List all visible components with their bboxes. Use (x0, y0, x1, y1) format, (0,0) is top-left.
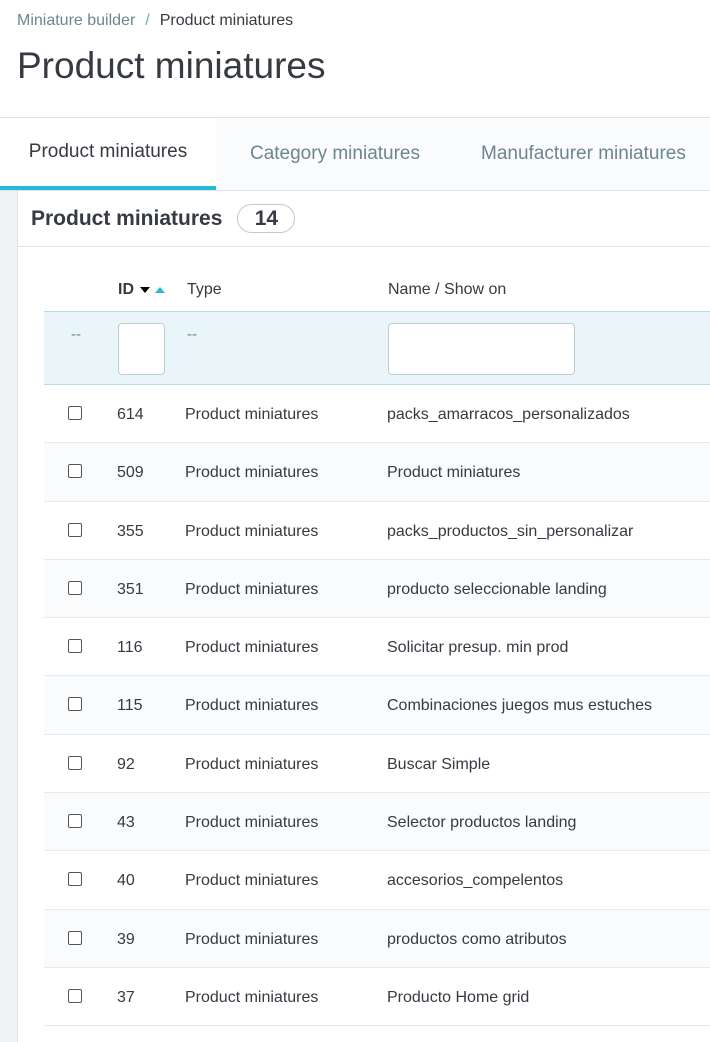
breadcrumb-separator (145, 12, 149, 30)
row-name: Selector productos landing (387, 814, 577, 832)
count-badge: 14 (237, 204, 296, 233)
row-name: Combinaciones juegos mus estuches (387, 697, 653, 715)
page-title: Product miniatures (17, 45, 326, 86)
table-row[interactable]: 92 Product miniatures Buscar Simple (44, 735, 710, 794)
breadcrumb-parent-link[interactable]: Miniature builder (17, 12, 135, 30)
row-checkbox[interactable] (68, 930, 82, 945)
row-checkbox[interactable] (68, 872, 82, 887)
row-id: 115 (117, 697, 143, 715)
row-checkbox[interactable] (68, 406, 82, 420)
row-checkbox[interactable] (68, 755, 82, 770)
row-type: Product miniatures (185, 580, 319, 598)
tab-manufacturer-miniatures[interactable]: Manufacturer miniatures (454, 118, 686, 190)
column-header-type: Type (187, 281, 222, 298)
row-checkbox[interactable] (68, 988, 82, 1003)
row-type: Product miniatures (185, 872, 319, 890)
row-type: Product miniatures (185, 639, 319, 657)
row-checkbox[interactable] (68, 580, 82, 595)
miniatures-card: Product miniatures 14 ID Type Name / Sho… (17, 191, 710, 1042)
page-header: Miniature builder Product miniatures Pro… (0, 0, 710, 118)
row-id: 509 (117, 464, 144, 482)
row-id: 351 (117, 580, 144, 598)
filter-row: -- -- (44, 311, 710, 385)
sort-desc-icon[interactable] (140, 287, 150, 293)
row-id: 614 (117, 406, 144, 423)
column-header-name: Name / Show on (388, 281, 507, 298)
table-row[interactable]: 355 Product miniatures packs_productos_s… (44, 502, 710, 560)
card-title: Product miniatures (31, 206, 223, 230)
row-name: accesorios_compelentos (387, 872, 564, 890)
row-type: Product miniatures (185, 464, 319, 482)
row-id: 37 (117, 988, 135, 1006)
column-header-id-label: ID (118, 281, 134, 298)
table-row[interactable]: 509 Product miniatures Product miniature… (44, 443, 710, 502)
row-checkbox[interactable] (68, 697, 82, 712)
table-row[interactable]: 116 Product miniatures Solicitar presup.… (44, 618, 710, 677)
table-row[interactable]: 614 Product miniatures packs_amarracos_p… (44, 385, 710, 444)
row-type: Product miniatures (185, 814, 319, 832)
row-checkbox[interactable] (68, 639, 82, 654)
table-row[interactable]: 39 Product miniatures productos como atr… (44, 909, 710, 968)
bulk-select-placeholder: -- (71, 326, 81, 343)
table-row[interactable]: 37 Product miniatures Producto Home grid (44, 968, 710, 1027)
card-header: Product miniatures 14 (18, 191, 710, 247)
table-row[interactable]: 43 Product miniatures Selector productos… (44, 793, 710, 852)
row-id: 43 (117, 814, 135, 832)
table-row[interactable]: 40 Product miniatures accesorios_compele… (44, 851, 710, 910)
row-id: 355 (117, 522, 144, 540)
row-name: Product miniatures (387, 464, 521, 482)
row-name: Buscar Simple (387, 755, 491, 773)
breadcrumb-current: Product miniatures (159, 12, 294, 29)
row-type: Product miniatures (185, 522, 319, 540)
miniatures-table: ID Type Name / Show on -- -- 614 Product… (44, 265, 710, 1027)
row-checkbox[interactable] (68, 522, 82, 537)
row-type: Product miniatures (185, 755, 319, 773)
row-id: 39 (117, 930, 135, 948)
tab-product-miniatures[interactable]: Product miniatures (0, 118, 216, 190)
row-name: productos como atributos (387, 930, 567, 948)
tab-bar: Product miniatures Category miniatures M… (0, 118, 710, 191)
row-type: Product miniatures (185, 697, 319, 715)
row-checkbox[interactable] (68, 814, 82, 829)
table-row[interactable]: 351 Product miniatures producto seleccio… (44, 559, 710, 619)
row-id: 92 (117, 755, 135, 773)
breadcrumb: Miniature builder Product miniatures (17, 12, 293, 30)
row-name: Producto Home grid (387, 988, 530, 1006)
row-name: packs_amarracos_personalizados (387, 406, 630, 423)
table-row[interactable]: 115 Product miniatures Combinaciones jue… (44, 676, 710, 735)
tab-category-miniatures[interactable]: Category miniatures (216, 118, 454, 190)
row-name: Solicitar presup. min prod (387, 639, 569, 657)
row-id: 40 (117, 872, 135, 890)
sort-asc-icon[interactable] (155, 287, 165, 293)
row-name: packs_productos_sin_personalizar (387, 522, 634, 540)
row-id: 116 (117, 639, 143, 657)
table-body: 614 Product miniatures packs_amarracos_p… (44, 385, 710, 1027)
row-type: Product miniatures (185, 930, 319, 948)
name-filter-input[interactable] (388, 323, 575, 375)
row-type: Product miniatures (185, 406, 319, 423)
row-type: Product miniatures (185, 988, 319, 1006)
table-header-row: ID Type Name / Show on (44, 265, 710, 311)
row-name: producto seleccionable landing (387, 580, 607, 598)
type-filter-placeholder: -- (187, 326, 197, 343)
row-checkbox[interactable] (68, 464, 82, 479)
column-header-id[interactable]: ID (118, 281, 165, 299)
id-filter-input[interactable] (118, 323, 165, 375)
